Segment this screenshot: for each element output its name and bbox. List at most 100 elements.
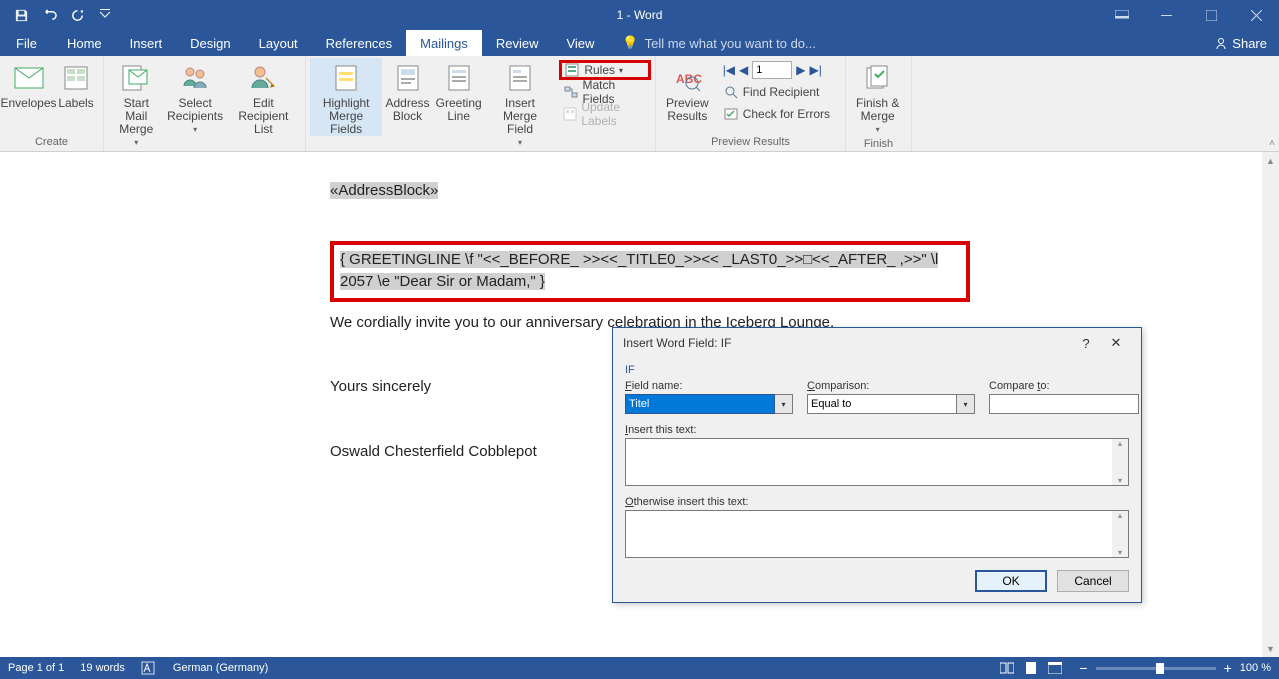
dialog-help-icon[interactable]: ? [1071, 336, 1101, 351]
find-recipient-button[interactable]: Find Recipient [719, 82, 834, 102]
prev-record-icon[interactable]: ◀ [739, 63, 748, 77]
highlight-merge-fields-button[interactable]: Highlight Merge Fields [310, 58, 382, 136]
rules-icon [564, 62, 580, 78]
field-name-combo[interactable] [625, 394, 775, 414]
zoom-slider[interactable] [1096, 667, 1216, 670]
insert-merge-field-button[interactable]: Insert Merge Field [485, 58, 556, 149]
tell-me-search[interactable]: 💡 Tell me what you want to do... [608, 30, 815, 56]
address-block-field[interactable]: «AddressBlock» [330, 182, 438, 199]
comparison-combo[interactable] [807, 394, 957, 414]
collapse-ribbon-icon[interactable]: ˄ [1269, 138, 1275, 149]
dialog-close-icon[interactable]: ✕ [1101, 335, 1131, 351]
scroll-up-icon[interactable]: ▲ [1262, 152, 1279, 169]
spellcheck-icon[interactable] [141, 661, 157, 675]
undo-icon[interactable] [36, 2, 62, 28]
scroll-down-icon[interactable]: ▼ [1262, 640, 1279, 657]
insert-text-textarea[interactable]: ▴▾ [625, 438, 1129, 486]
find-label: Find Recipient [743, 85, 820, 99]
last-record-icon[interactable]: ▶| [810, 63, 822, 77]
record-navigation: |◀ ◀ ▶ ▶| [719, 60, 834, 80]
finish-label: Finish & Merge [856, 97, 899, 123]
tell-me-placeholder: Tell me what you want to do... [645, 36, 816, 51]
close-icon[interactable] [1234, 0, 1279, 30]
preview-group-label: Preview Results [656, 134, 845, 151]
greeting-field-code[interactable]: { GREETINGLINE \f "<<_BEFORE_ >><<_TITLE… [340, 251, 938, 291]
highlight-icon [330, 62, 362, 94]
zoom-level[interactable]: 100 % [1240, 662, 1271, 674]
labels-label: Labels [58, 97, 93, 110]
zoom-out-icon[interactable]: − [1079, 660, 1087, 676]
save-icon[interactable] [8, 2, 34, 28]
start-merge-label: Start Mail Merge [114, 97, 159, 136]
preview-label: Preview Results [666, 97, 709, 123]
compare-to-label: Compare to: [989, 380, 1139, 392]
language-indicator[interactable]: German (Germany) [173, 662, 268, 674]
zoom-in-icon[interactable]: + [1224, 660, 1232, 676]
finish-merge-button[interactable]: Finish & Merge [850, 58, 905, 136]
tab-file[interactable]: File [0, 30, 53, 56]
start-mail-merge-button[interactable]: Start Mail Merge [108, 58, 165, 149]
greeting-line-highlight: { GREETINGLINE \f "<<_BEFORE_ >><<_TITLE… [330, 241, 970, 302]
envelopes-label: Envelopes [0, 97, 56, 110]
greeting-icon [443, 62, 475, 94]
tab-insert[interactable]: Insert [116, 30, 177, 56]
tab-home[interactable]: Home [53, 30, 116, 56]
otherwise-label: Otherwise insert this text: [625, 496, 1129, 508]
vertical-scrollbar[interactable]: ▲ ▼ [1262, 152, 1279, 657]
ok-button[interactable]: OK [975, 570, 1047, 592]
compare-to-input[interactable] [989, 394, 1139, 414]
share-button[interactable]: Share [1202, 30, 1279, 56]
preview-results-button[interactable]: ABC Preview Results [660, 58, 715, 123]
tab-view[interactable]: View [552, 30, 608, 56]
address-block-button[interactable]: Address Block [382, 58, 432, 123]
ribbon: Envelopes Labels Create Start Mail Merge… [0, 56, 1279, 152]
redo-icon[interactable] [64, 2, 90, 28]
word-count[interactable]: 19 words [80, 662, 125, 674]
create-group-label: Create [0, 134, 103, 151]
envelopes-button[interactable]: Envelopes [4, 58, 53, 110]
tab-references[interactable]: References [312, 30, 406, 56]
check-errors-button[interactable]: Check for Errors [719, 104, 834, 124]
match-fields-icon [563, 84, 578, 100]
match-fields-button[interactable]: Match Fields [559, 82, 651, 102]
title-bar: 1 - Word [0, 0, 1279, 30]
highlight-label: Highlight Merge Fields [316, 97, 376, 136]
greeting-line-button[interactable]: Greeting Line [433, 58, 485, 123]
tab-layout[interactable]: Layout [245, 30, 312, 56]
first-record-icon[interactable]: |◀ [723, 63, 735, 77]
record-number-input[interactable] [752, 61, 792, 79]
tab-design[interactable]: Design [176, 30, 244, 56]
ribbon-tabs: File Home Insert Design Layout Reference… [0, 30, 1279, 56]
print-layout-icon[interactable] [1023, 660, 1039, 676]
envelope-icon [13, 62, 45, 94]
labels-icon [60, 62, 92, 94]
select-recipients-icon [179, 62, 211, 94]
cancel-button[interactable]: Cancel [1057, 570, 1129, 592]
check-errors-icon [723, 106, 739, 122]
rules-button[interactable]: Rules ▾ [559, 60, 651, 80]
field-name-dropdown-icon[interactable]: ▾ [775, 394, 793, 414]
select-recipients-button[interactable]: Select Recipients [165, 58, 226, 136]
next-record-icon[interactable]: ▶ [796, 63, 805, 77]
page-indicator[interactable]: Page 1 of 1 [8, 662, 64, 674]
dialog-title: Insert Word Field: IF [623, 336, 731, 350]
dialog-titlebar: Insert Word Field: IF ? ✕ [613, 328, 1141, 358]
otherwise-text-textarea[interactable]: ▴▾ [625, 510, 1129, 558]
find-icon [723, 84, 739, 100]
ribbon-options-icon[interactable] [1099, 0, 1144, 30]
update-labels-button: Update Labels [559, 104, 651, 124]
minimize-icon[interactable] [1144, 0, 1189, 30]
preview-icon: ABC [671, 62, 703, 94]
labels-button[interactable]: Labels [53, 58, 99, 110]
comparison-dropdown-icon[interactable]: ▾ [957, 394, 975, 414]
insert-text-label: Insert this text: [625, 424, 1129, 436]
web-layout-icon[interactable] [1047, 660, 1063, 676]
read-mode-icon[interactable] [999, 660, 1015, 676]
qat-customize-icon[interactable] [92, 2, 118, 28]
tab-mailings[interactable]: Mailings [406, 30, 482, 56]
edit-recipient-list-button[interactable]: Edit Recipient List [226, 58, 301, 136]
view-mode-buttons [999, 660, 1063, 676]
tab-review[interactable]: Review [482, 30, 553, 56]
maximize-icon[interactable] [1189, 0, 1234, 30]
greeting-label: Greeting Line [436, 97, 482, 123]
